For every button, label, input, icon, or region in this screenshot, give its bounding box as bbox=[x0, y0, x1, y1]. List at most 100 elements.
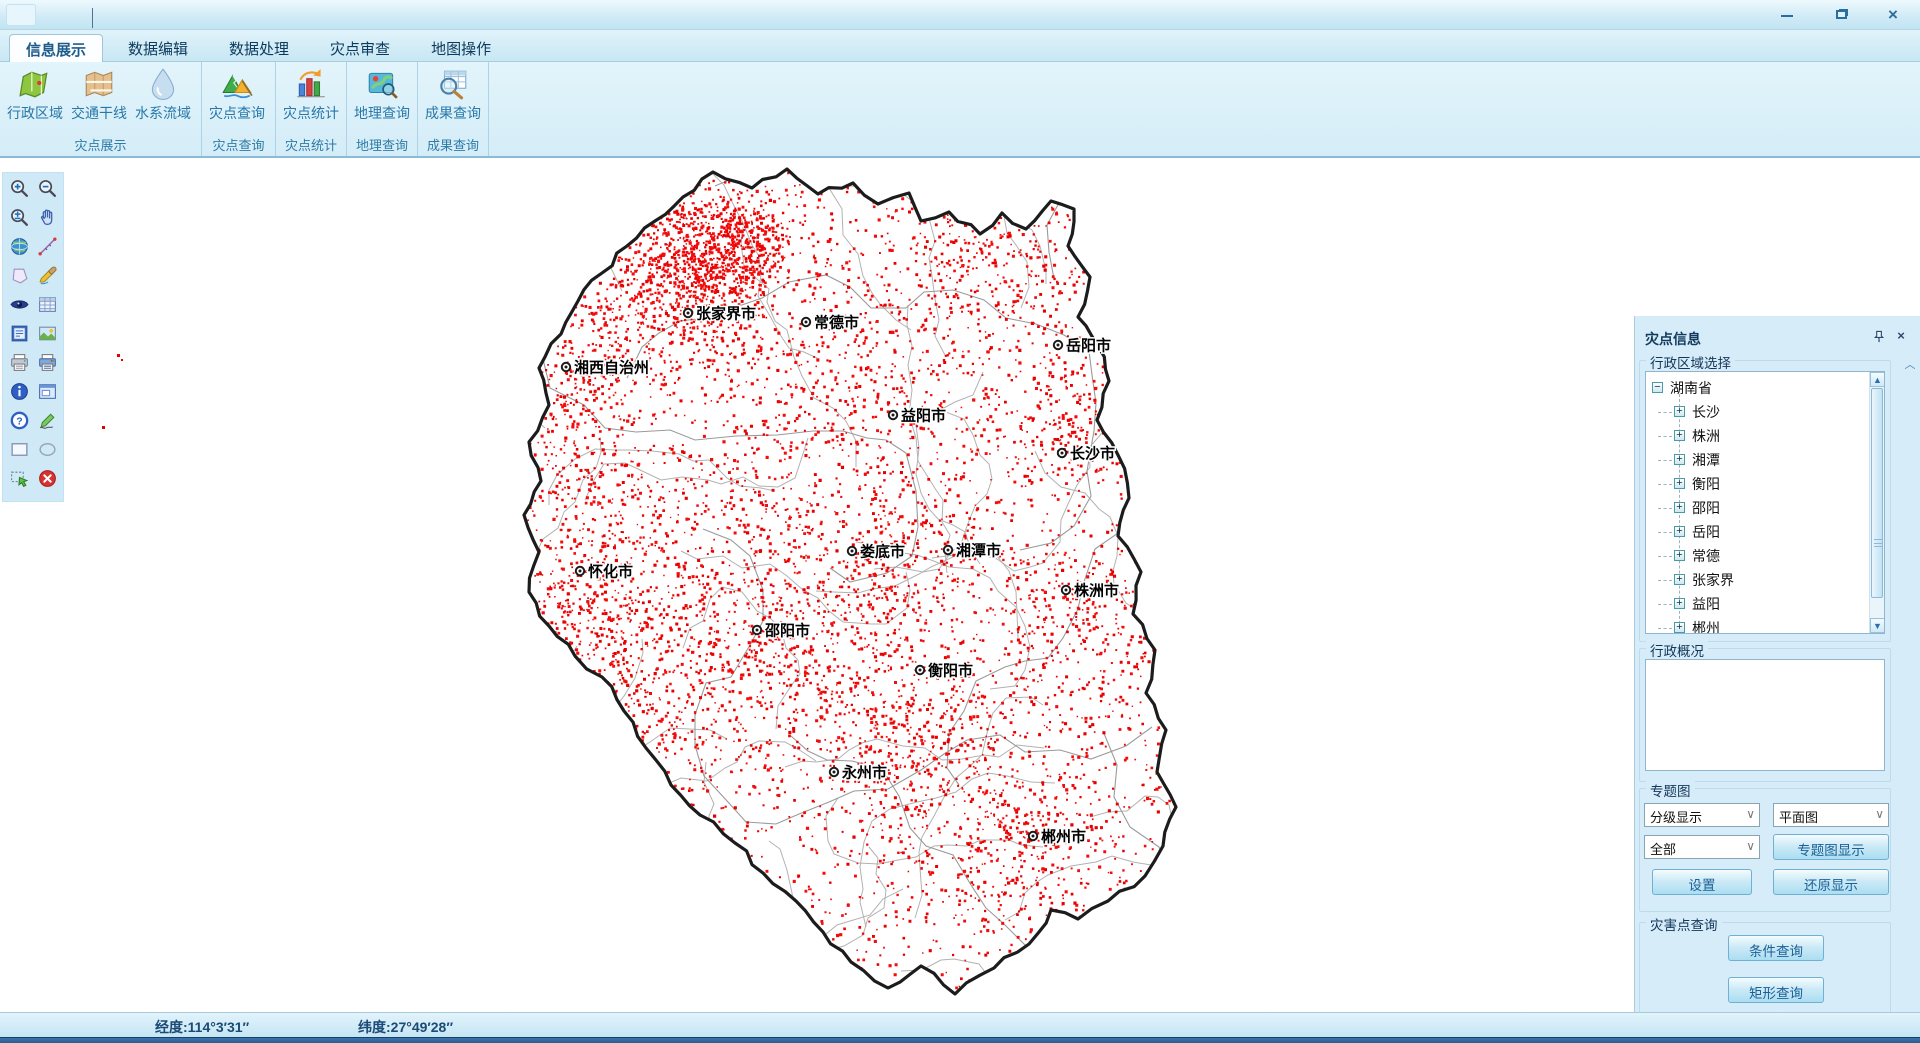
tool-delete[interactable] bbox=[33, 466, 61, 495]
tab-1[interactable]: 信息展示 bbox=[9, 34, 103, 62]
svg-text:张家界市: 张家界市 bbox=[696, 305, 756, 323]
灾点查询-button[interactable]: 灾点查询 bbox=[205, 64, 269, 136]
tree-node-city[interactable]: +郴州 bbox=[1668, 616, 1868, 634]
tree-node-city[interactable]: +衡阳 bbox=[1668, 472, 1868, 496]
panel-close-icon[interactable]: × bbox=[1892, 328, 1910, 346]
tab-4[interactable]: 灾点审查 bbox=[314, 34, 406, 62]
tool-lasso-select[interactable] bbox=[5, 466, 33, 495]
tree-node-province[interactable]: −湖南省 bbox=[1646, 376, 1868, 400]
quick-access-box[interactable] bbox=[6, 4, 36, 26]
tree-node-city[interactable]: +长沙 bbox=[1668, 400, 1868, 424]
close-button[interactable]: × bbox=[1878, 6, 1908, 24]
tree-node-city[interactable]: +湘潭 bbox=[1668, 448, 1868, 472]
maximize-button[interactable] bbox=[1826, 6, 1856, 24]
info-icon bbox=[9, 381, 30, 407]
tool-ellipse-tool[interactable] bbox=[33, 437, 61, 466]
plane-map-select[interactable]: 平面图∨ bbox=[1773, 803, 1889, 827]
map-canvas[interactable]: 张家界市常德市岳阳市湘西自治州益阳市长沙市娄底市湘潭市怀化市株洲市邵阳市衡阳市永… bbox=[0, 158, 1635, 1012]
panel-scroll-up-icon[interactable]: ︿ bbox=[1902, 356, 1918, 372]
tool-zoom-in[interactable] bbox=[5, 176, 33, 205]
tree-node-city[interactable]: +邵阳 bbox=[1668, 496, 1868, 520]
成果查询-button[interactable]: 成果查询 bbox=[421, 64, 485, 136]
scroll-down-icon[interactable]: ▼ bbox=[1870, 618, 1885, 633]
tree-expand-icon[interactable]: + bbox=[1674, 406, 1685, 417]
map-area: 张家界市常德市岳阳市湘西自治州益阳市长沙市娄底市湘潭市怀化市株洲市邵阳市衡阳市永… bbox=[0, 158, 1920, 1012]
ribbon: 行政区域交通干线水系流域灾点展示灾点查询灾点查询灾点统计灾点统计地理查询地理查询… bbox=[0, 62, 1920, 158]
svg-text:郴州市: 郴州市 bbox=[1041, 828, 1086, 846]
minimize-button[interactable] bbox=[1772, 6, 1802, 24]
tree-node-city[interactable]: +株洲 bbox=[1668, 424, 1868, 448]
tool-pan-hand[interactable] bbox=[33, 205, 61, 234]
tree-scrollbar[interactable]: ▲ ▼ bbox=[1869, 372, 1884, 633]
overview-textbox[interactable] bbox=[1645, 659, 1885, 771]
tree-node-city[interactable]: +常德 bbox=[1668, 544, 1868, 568]
region-select-groupbox: 行政区域选择 −湖南省+长沙+株洲+湘潭+衡阳+邵阳+岳阳+常德+张家界+益阳+… bbox=[1639, 360, 1891, 642]
region-map-icon bbox=[18, 67, 52, 101]
scroll-up-icon[interactable]: ▲ bbox=[1870, 372, 1885, 387]
交通干线-button[interactable]: 交通干线 bbox=[67, 64, 131, 136]
水系流域-button[interactable]: 水系流域 bbox=[131, 64, 195, 136]
settings-button[interactable]: 设置 bbox=[1652, 869, 1752, 895]
tree-expand-icon[interactable]: + bbox=[1674, 622, 1685, 633]
地理查询-button[interactable]: 地理查询 bbox=[350, 64, 414, 136]
tool-export-map[interactable] bbox=[33, 321, 61, 350]
show-thematic-button[interactable]: 专题图显示 bbox=[1773, 834, 1889, 860]
tree-expand-icon[interactable]: + bbox=[1674, 574, 1685, 585]
tool-grid-table[interactable] bbox=[33, 292, 61, 321]
tool-measure-line[interactable] bbox=[33, 234, 61, 263]
tree-collapse-icon[interactable]: − bbox=[1652, 382, 1663, 393]
chevron-down-icon: ∨ bbox=[1746, 839, 1755, 853]
tab-3[interactable]: 数据处理 bbox=[213, 34, 305, 62]
export-map-icon bbox=[37, 323, 58, 349]
latitude-readout: 纬度:27°49′28″ bbox=[358, 1017, 453, 1037]
thematic-label: 专题图 bbox=[1646, 780, 1695, 800]
panel-header: 灾点信息 × bbox=[1641, 326, 1914, 350]
tool-info[interactable] bbox=[5, 379, 33, 408]
tree-expand-icon[interactable]: + bbox=[1674, 526, 1685, 537]
help-icon: ? bbox=[9, 410, 30, 436]
tool-globe[interactable] bbox=[5, 234, 33, 263]
tree-node-city[interactable]: +益阳 bbox=[1668, 592, 1868, 616]
tool-sketch-pencil[interactable] bbox=[33, 408, 61, 437]
chart-icon bbox=[294, 67, 328, 101]
color-printer-icon bbox=[37, 352, 58, 378]
tree-node-city[interactable]: +张家界 bbox=[1668, 568, 1868, 592]
tree-expand-icon[interactable]: + bbox=[1674, 478, 1685, 489]
globe-icon bbox=[9, 236, 30, 262]
tool-paint-brush[interactable] bbox=[33, 263, 61, 292]
scroll-thumb[interactable] bbox=[1871, 388, 1883, 598]
tab-5[interactable]: 地图操作 bbox=[415, 34, 507, 62]
svg-text:永州市: 永州市 bbox=[841, 764, 887, 782]
行政区域-button[interactable]: 行政区域 bbox=[3, 64, 67, 136]
tree-expand-icon[interactable]: + bbox=[1674, 430, 1685, 441]
legend-panel-icon bbox=[9, 323, 30, 349]
region-tree: −湖南省+长沙+株洲+湘潭+衡阳+邵阳+岳阳+常德+张家界+益阳+郴州 ▲ ▼ bbox=[1645, 371, 1885, 634]
restore-display-button[interactable]: 还原显示 bbox=[1773, 869, 1889, 895]
灾点统计-button[interactable]: 灾点统计 bbox=[279, 64, 343, 136]
tool-legend-panel[interactable] bbox=[5, 321, 33, 350]
rectangle-query-button[interactable]: 矩形查询 bbox=[1728, 977, 1824, 1003]
tool-overview-window[interactable] bbox=[33, 379, 61, 408]
tool-eye-tool[interactable] bbox=[5, 292, 33, 321]
svg-text:常德市: 常德市 bbox=[814, 314, 859, 332]
pin-icon[interactable] bbox=[1870, 328, 1888, 346]
ribbon-group-label: 地理查询 bbox=[347, 135, 417, 154]
tool-zoom-out[interactable] bbox=[33, 176, 61, 205]
tree-expand-icon[interactable]: + bbox=[1674, 502, 1685, 513]
tool-printer[interactable] bbox=[5, 350, 33, 379]
tree-expand-icon[interactable]: + bbox=[1674, 454, 1685, 465]
svg-text:衡阳市: 衡阳市 bbox=[928, 662, 973, 680]
tool-help[interactable]: ? bbox=[5, 408, 33, 437]
tool-color-printer[interactable] bbox=[33, 350, 61, 379]
tree-expand-icon[interactable]: + bbox=[1674, 550, 1685, 561]
tool-polygon-tool[interactable] bbox=[5, 263, 33, 292]
tree-node-city[interactable]: +岳阳 bbox=[1668, 520, 1868, 544]
condition-query-button[interactable]: 条件查询 bbox=[1728, 935, 1824, 961]
grading-display-select[interactable]: 分级显示∨ bbox=[1644, 803, 1760, 827]
all-select[interactable]: 全部∨ bbox=[1644, 835, 1760, 859]
tool-rectangle-tool[interactable] bbox=[5, 437, 33, 466]
region-select-label: 行政区域选择 bbox=[1646, 352, 1735, 372]
tree-expand-icon[interactable]: + bbox=[1674, 598, 1685, 609]
tab-2[interactable]: 数据编辑 bbox=[112, 34, 204, 62]
tool-zoom-extent[interactable] bbox=[5, 205, 33, 234]
